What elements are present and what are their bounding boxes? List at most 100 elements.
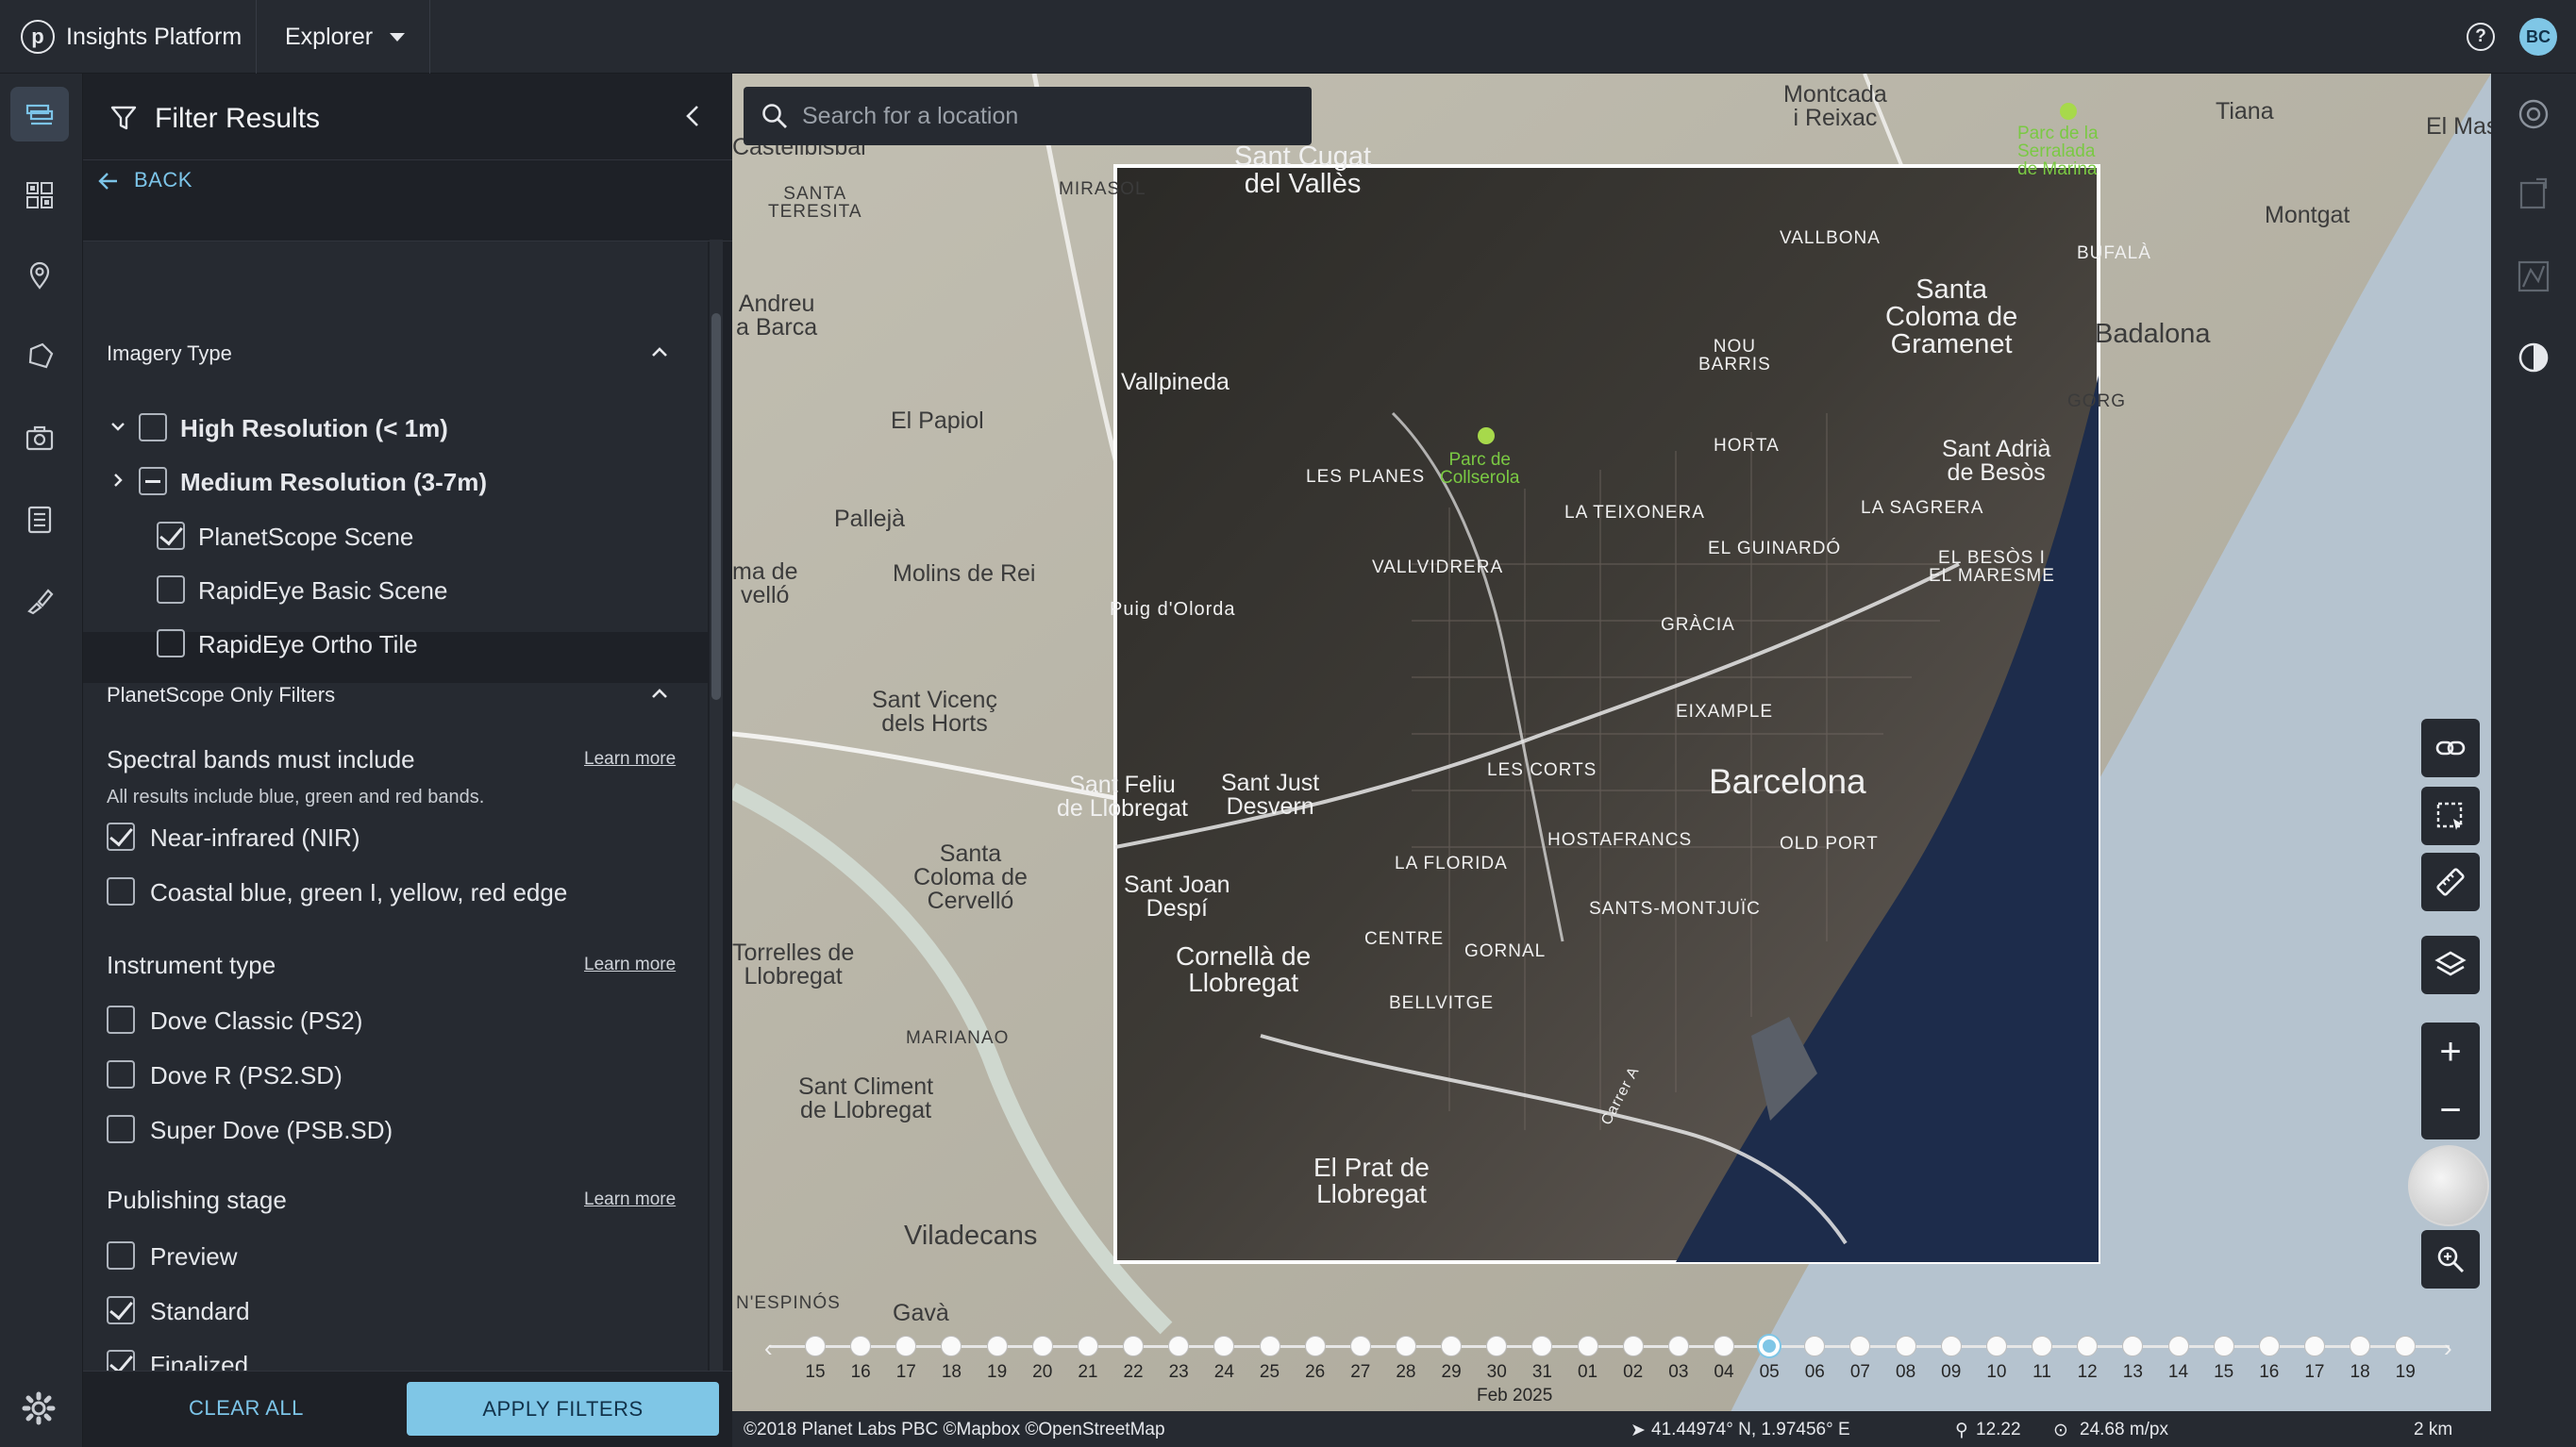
map-label: N'ESPINÓS: [736, 1293, 841, 1313]
high-resolution-checkbox[interactable]: [139, 413, 167, 441]
dove-r-checkbox[interactable]: [107, 1060, 135, 1089]
explorer-menu[interactable]: Explorer: [257, 0, 430, 74]
rapideye-ortho-checkbox[interactable]: [157, 629, 185, 657]
timeline-day-marker[interactable]: [2122, 1336, 2144, 1356]
zoom-out-icon[interactable]: −: [2421, 1081, 2480, 1139]
zoom-in-icon[interactable]: +: [2421, 1023, 2480, 1081]
chart-icon[interactable]: [2514, 257, 2553, 296]
scrollbar-thumb[interactable]: [711, 313, 721, 700]
map-view[interactable]: Montcada i Reixac Tiana El Mas Parc de l…: [732, 74, 2491, 1447]
map-label: Viladecans: [904, 1221, 1038, 1251]
date-timeline[interactable]: ‹ › Feb 2025 15 16 17 18 19 20 21 22 23 24 25 26 27 2…: [732, 1321, 2491, 1411]
timeline-day-label: 08: [1896, 1362, 1916, 1382]
timeline-day-marker[interactable]: [1940, 1336, 1962, 1356]
timeline-day-marker[interactable]: [1304, 1336, 1326, 1356]
panel-scrollbar[interactable]: [710, 240, 723, 1442]
chevron-up-icon[interactable]: [649, 341, 670, 362]
instrument-learn-more-link[interactable]: Learn more: [584, 955, 676, 975]
link-icon[interactable]: [2421, 719, 2480, 777]
layers-icon[interactable]: [2421, 936, 2480, 994]
timeline-day-marker[interactable]: [2167, 1336, 2189, 1356]
timeline-day-marker[interactable]: [2213, 1336, 2234, 1356]
standard-checkbox[interactable]: [107, 1296, 135, 1324]
coastal-bands-checkbox[interactable]: [107, 877, 135, 906]
timeline-day-label: 02: [1623, 1362, 1644, 1382]
timeline-day-marker[interactable]: [941, 1336, 962, 1356]
contrast-icon[interactable]: [2514, 338, 2553, 377]
timeline-day-marker[interactable]: [1985, 1336, 2007, 1356]
timeline-day-marker[interactable]: [2258, 1336, 2280, 1356]
expand-caret-right-icon[interactable]: [109, 472, 126, 489]
polygon-icon[interactable]: [10, 328, 69, 383]
spectral-bands-label: Spectral bands must include: [107, 745, 415, 773]
location-pin-icon[interactable]: [10, 248, 69, 303]
list-icon[interactable]: [10, 492, 69, 547]
timeline-day-marker[interactable]: [1349, 1336, 1371, 1356]
expand-caret-down-icon[interactable]: [109, 418, 126, 435]
publishing-learn-more-link[interactable]: Learn more: [584, 1189, 676, 1210]
user-avatar[interactable]: BC: [2519, 18, 2557, 56]
zoom-search-icon[interactable]: [2421, 1230, 2480, 1289]
timeline-day-marker[interactable]: [1667, 1336, 1689, 1356]
back-link[interactable]: BACK: [134, 168, 192, 192]
timeline-day-marker[interactable]: [1849, 1336, 1871, 1356]
camera-icon[interactable]: [10, 411, 69, 466]
grid-icon[interactable]: [10, 168, 69, 223]
timeline-day-marker[interactable]: [895, 1336, 917, 1356]
timeline-day-marker[interactable]: [1213, 1336, 1235, 1356]
clear-all-button[interactable]: CLEAR ALL: [189, 1396, 304, 1421]
timeline-day-marker[interactable]: [2350, 1336, 2371, 1356]
rapideye-basic-checkbox[interactable]: [157, 575, 185, 604]
help-icon[interactable]: ?: [2467, 23, 2495, 51]
timeline-day-marker[interactable]: [1577, 1336, 1598, 1356]
search-input[interactable]: [802, 87, 1302, 145]
timeline-next-arrow-icon[interactable]: ›: [2444, 1334, 2452, 1363]
timeline-day-marker[interactable]: [850, 1336, 872, 1356]
timeline-day-marker[interactable]: [805, 1336, 826, 1356]
timeline-day-marker[interactable]: [1259, 1336, 1280, 1356]
timeline-day-marker[interactable]: [1714, 1336, 1734, 1356]
timeline-day-marker[interactable]: [2303, 1336, 2325, 1356]
timeline-day-marker[interactable]: [1895, 1336, 1916, 1356]
planetscope-scene-checkbox[interactable]: [157, 522, 185, 550]
timeline-day-marker[interactable]: [1031, 1336, 1053, 1356]
super-dove-checkbox[interactable]: [107, 1115, 135, 1143]
timeline-day-marker[interactable]: [1622, 1336, 1644, 1356]
timeline-day-marker[interactable]: [1486, 1336, 1508, 1356]
back-arrow-icon[interactable]: [96, 169, 121, 193]
timeline-day-marker[interactable]: [1077, 1336, 1098, 1356]
timeline-day-marker[interactable]: [1759, 1336, 1781, 1356]
apply-filters-button[interactable]: APPLY FILTERS: [407, 1382, 719, 1436]
timeline-day-marker[interactable]: [1441, 1336, 1463, 1356]
brush-icon[interactable]: [10, 574, 69, 628]
timeline-day-marker[interactable]: [1123, 1336, 1145, 1356]
timeline-day-marker[interactable]: [1531, 1336, 1553, 1356]
ruler-icon[interactable]: [2421, 853, 2480, 911]
nir-checkbox[interactable]: [107, 823, 135, 851]
preview-checkbox[interactable]: [107, 1241, 135, 1270]
timeline-prev-arrow-icon[interactable]: ‹: [764, 1334, 773, 1363]
globe-icon[interactable]: [2408, 1145, 2489, 1226]
target-icon[interactable]: [2514, 94, 2553, 134]
timeline-day-marker[interactable]: [2032, 1336, 2053, 1356]
spectral-learn-more-link[interactable]: Learn more: [584, 749, 676, 770]
timeline-day-marker[interactable]: [986, 1336, 1008, 1356]
timeline-day-label: 18: [2350, 1362, 2370, 1382]
medium-resolution-checkbox[interactable]: [139, 467, 167, 495]
chevron-up-icon[interactable]: [649, 683, 670, 704]
export-icon[interactable]: [2514, 175, 2553, 215]
timeline-day-marker[interactable]: [2395, 1336, 2417, 1356]
collapse-panel-chevron-icon[interactable]: [679, 102, 708, 130]
layers-list-icon[interactable]: [10, 87, 69, 141]
timeline-day-marker[interactable]: [1804, 1336, 1826, 1356]
brand[interactable]: p Insights Platform: [0, 0, 257, 74]
timeline-day-marker[interactable]: [1395, 1336, 1416, 1356]
timeline-day-label: 19: [2395, 1362, 2416, 1382]
timeline-day-marker[interactable]: [1168, 1336, 1190, 1356]
timeline-day-label: 29: [1441, 1362, 1462, 1382]
timeline-day-marker[interactable]: [2077, 1336, 2099, 1356]
select-area-icon[interactable]: [2421, 787, 2480, 845]
nir-label: Near-infrared (NIR): [150, 823, 360, 852]
settings-gear-icon[interactable]: [21, 1390, 57, 1426]
dove-classic-checkbox[interactable]: [107, 1006, 135, 1034]
